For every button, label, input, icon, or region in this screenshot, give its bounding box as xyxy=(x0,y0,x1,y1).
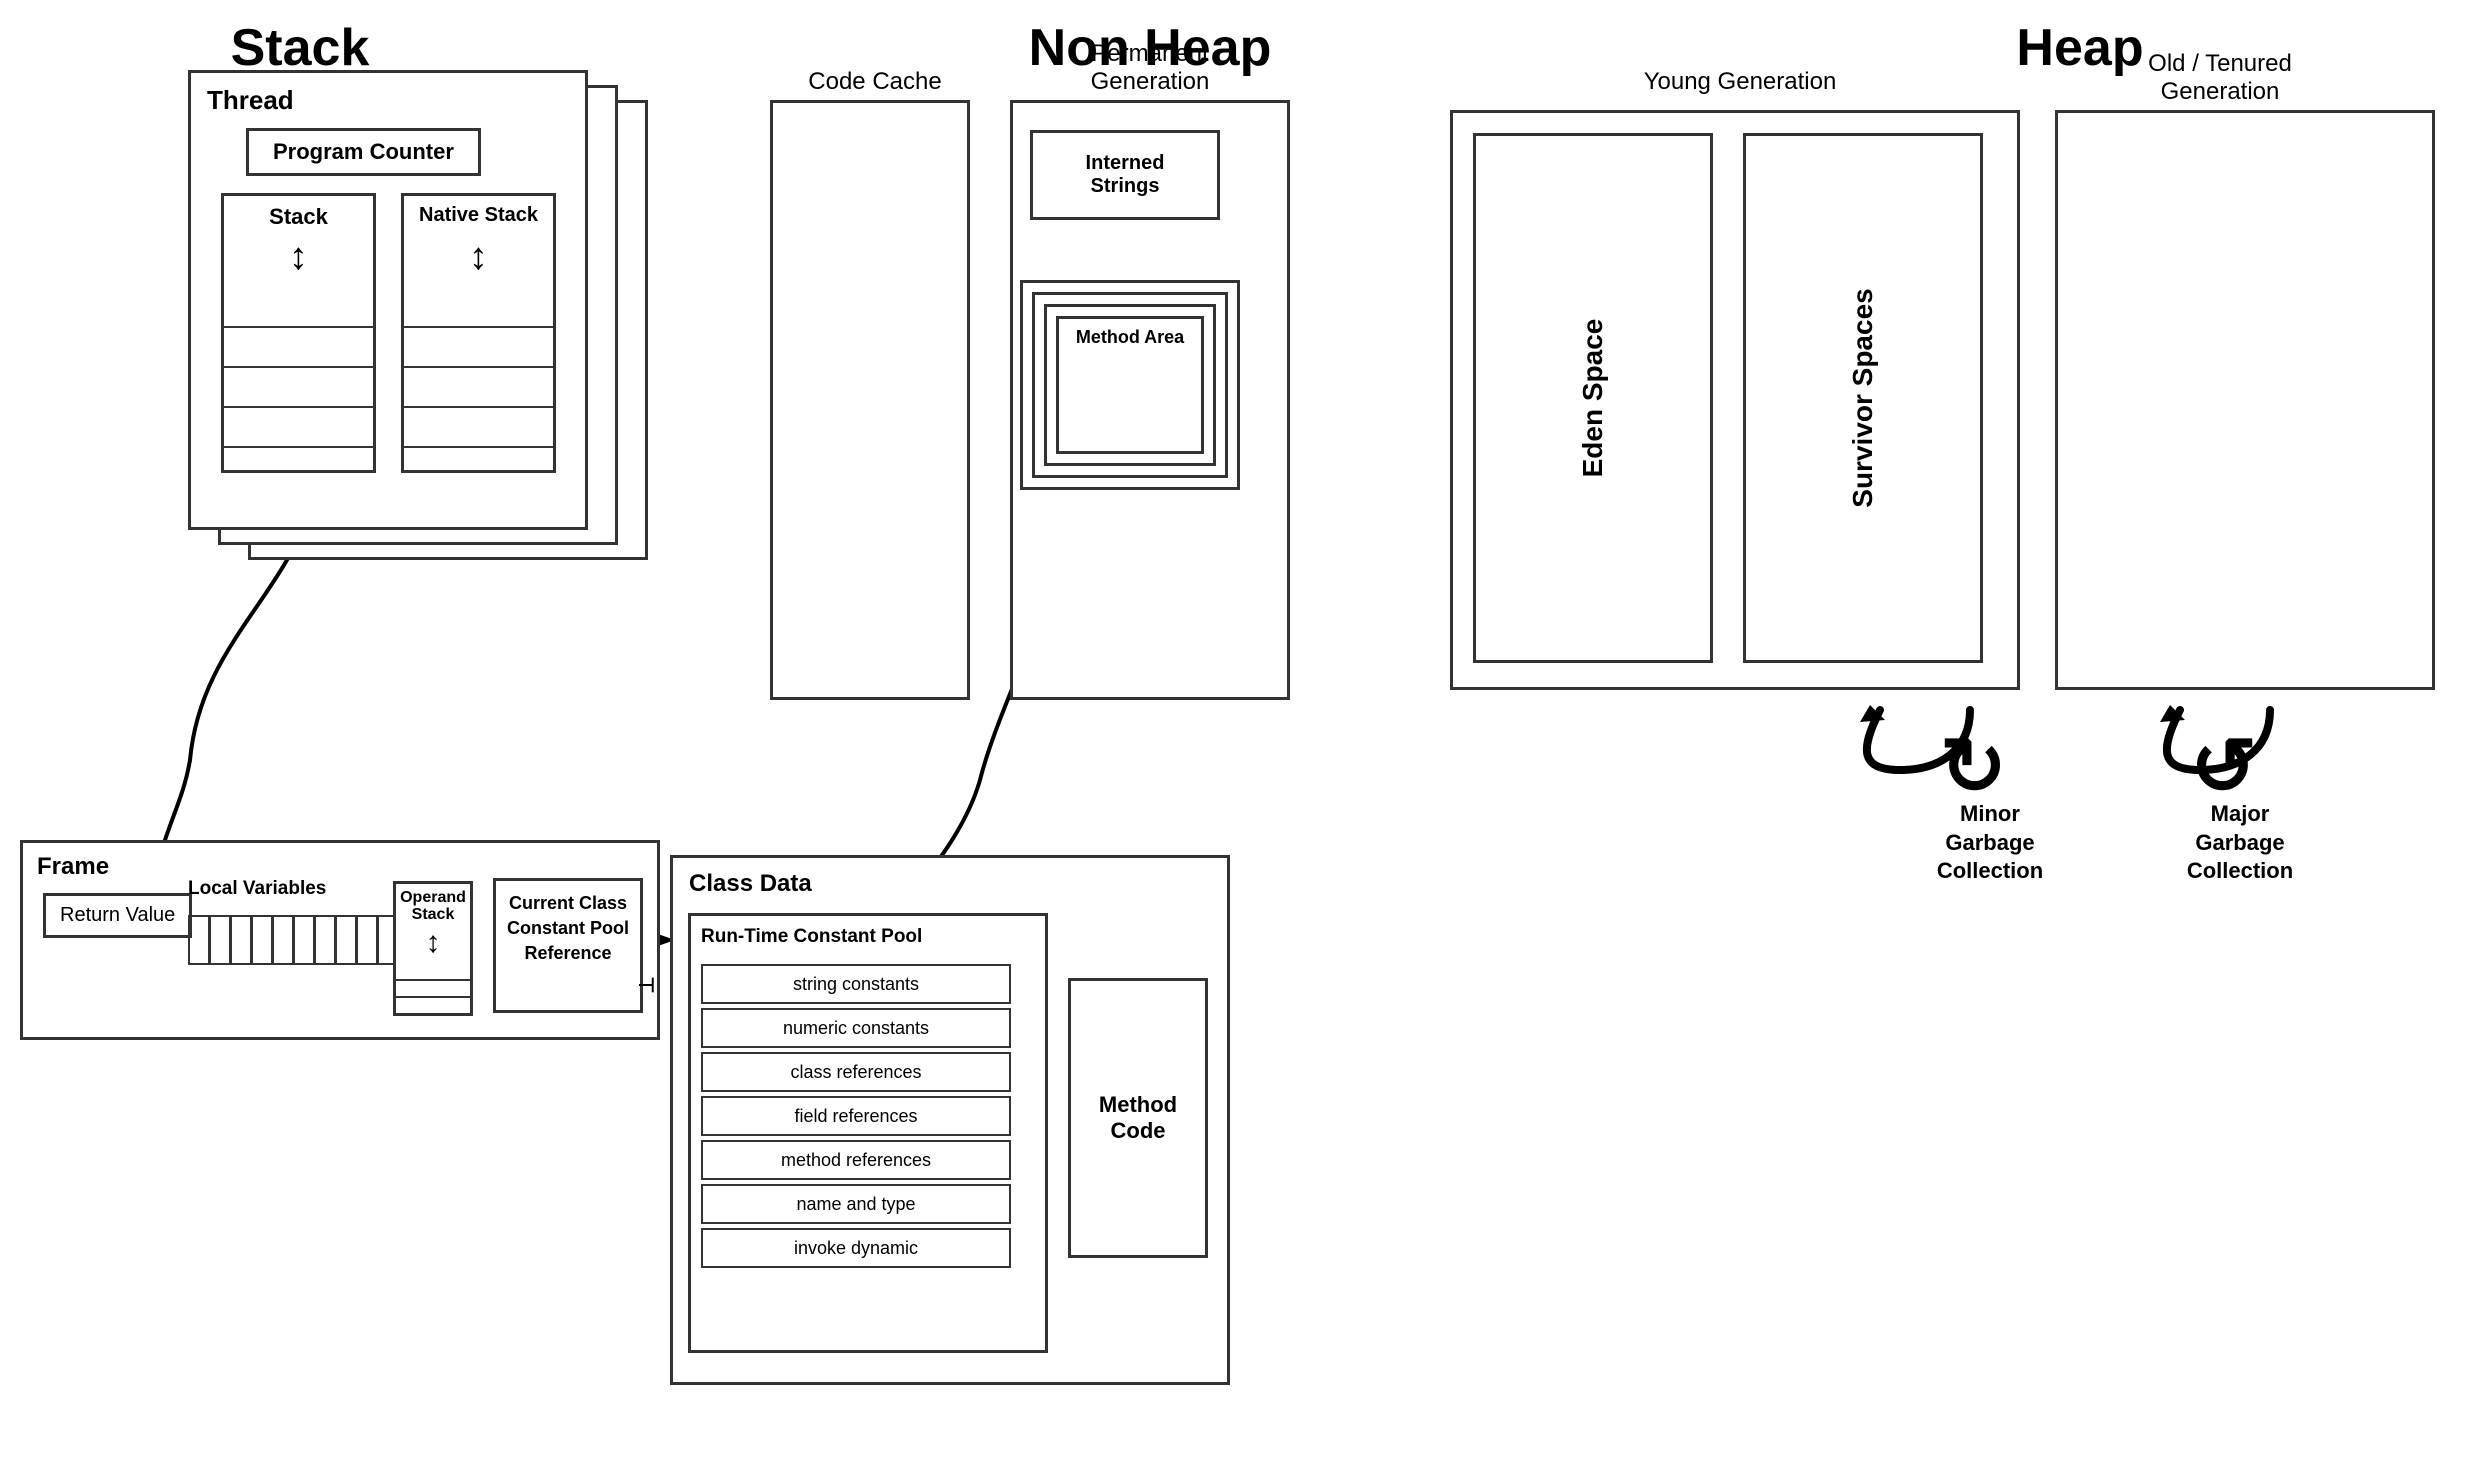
cp-item-string-constants: string constants xyxy=(701,964,1011,1004)
program-counter-box: Program Counter xyxy=(246,128,481,176)
cp-item-field-references: field references xyxy=(701,1096,1011,1136)
ccpr-text3: Reference xyxy=(524,943,611,963)
cp-item-class-references: class references xyxy=(701,1052,1011,1092)
cp-item-method-references: method references xyxy=(701,1140,1011,1180)
interned-strings-line1: Interned xyxy=(1086,152,1165,175)
young-gen-label: Young Generation xyxy=(1480,68,2000,96)
stack-hline3 xyxy=(224,406,373,408)
method-area-label: Method Area xyxy=(1059,327,1201,348)
native-hline3 xyxy=(404,406,553,408)
local-var-cell xyxy=(272,915,294,965)
old-gen-outer-box xyxy=(2055,110,2435,690)
method-area-inner: Method Area xyxy=(1056,316,1204,454)
major-gc-label: Major Garbage Collection xyxy=(2175,800,2305,886)
class-data-box: Class Data Run-Time Constant Pool string… xyxy=(670,855,1230,1385)
operand-stack-box: Operand Stack ↕ xyxy=(393,881,473,1016)
old-gen-label: Old / TenuredGeneration xyxy=(2060,50,2380,106)
runtime-cp-box: Run-Time Constant Pool string constants … xyxy=(688,913,1048,1353)
code-cache-label: Code Cache xyxy=(795,68,955,96)
local-var-cell xyxy=(356,915,378,965)
local-var-cell xyxy=(293,915,315,965)
operand-updown-arrow: ↕ xyxy=(396,926,470,960)
stack-inner-box: Stack ↕ xyxy=(221,193,376,473)
native-stack-inner-box: Native Stack ↕ xyxy=(401,193,556,473)
eden-space-box: Eden Space xyxy=(1473,133,1713,663)
perm-gen-label: PermanentGeneration xyxy=(1030,40,1270,96)
stack-inner-label: Stack xyxy=(224,204,373,230)
local-vars-label: Local Variables xyxy=(188,878,326,900)
stack-hline4 xyxy=(224,446,373,448)
local-var-cell xyxy=(188,915,210,965)
local-var-cell xyxy=(335,915,357,965)
operand-stack-label-line2: Stack xyxy=(396,906,470,924)
native-hline2 xyxy=(404,366,553,368)
cp-item-name-and-type: name and type xyxy=(701,1184,1011,1224)
code-cache-box xyxy=(770,100,970,700)
ccpr-text2: Constant Pool xyxy=(507,918,629,938)
op-hline1 xyxy=(396,979,470,981)
local-vars-grid xyxy=(188,915,419,965)
thread-paper-front: Thread Program Counter Stack ↕ Native St… xyxy=(188,70,588,530)
interned-strings-box: Interned Strings xyxy=(1030,130,1220,220)
stack-hline2 xyxy=(224,366,373,368)
ccpr-text: Current Class xyxy=(509,893,627,913)
stack-updown-arrow: ↕ xyxy=(224,236,373,279)
operand-stack-label-line1: Operand xyxy=(396,889,470,907)
survivor-spaces-box: Survivor Spaces xyxy=(1743,133,1983,663)
stack-hline1 xyxy=(224,326,373,328)
native-stack-updown-arrow: ↕ xyxy=(404,236,553,279)
method-code-box: Method Code xyxy=(1068,978,1208,1258)
survivor-spaces-label: Survivor Spaces xyxy=(1847,288,1879,507)
local-var-cell xyxy=(230,915,252,965)
ccpr-box: Current Class Constant Pool Reference ⊣ xyxy=(493,878,643,1013)
class-data-label: Class Data xyxy=(689,870,812,898)
eden-space-label: Eden Space xyxy=(1577,319,1609,478)
frame-label: Frame xyxy=(37,853,109,881)
runtime-cp-label: Run-Time Constant Pool xyxy=(701,926,922,948)
interned-strings-line2: Strings xyxy=(1091,175,1160,198)
minor-gc-label: Minor Garbage Collection xyxy=(1930,800,2050,886)
local-var-cell xyxy=(251,915,273,965)
ccpr-pointer: ⊣ xyxy=(638,972,655,1000)
thread-label: Thread xyxy=(207,85,294,116)
native-hline1 xyxy=(404,326,553,328)
stack-title: Stack xyxy=(50,18,550,78)
op-hline2 xyxy=(396,996,470,998)
native-hline4 xyxy=(404,446,553,448)
cp-item-invoke-dynamic: invoke dynamic xyxy=(701,1228,1011,1268)
frame-box: Frame Return Value Local Variables Opera… xyxy=(20,840,660,1040)
return-value-box: Return Value xyxy=(43,893,192,938)
cp-item-numeric-constants: numeric constants xyxy=(701,1008,1011,1048)
local-var-cell xyxy=(314,915,336,965)
local-var-cell xyxy=(209,915,231,965)
young-gen-outer-box: Eden Space Survivor Spaces xyxy=(1450,110,2020,690)
native-stack-inner-label: Native Stack xyxy=(404,204,553,227)
